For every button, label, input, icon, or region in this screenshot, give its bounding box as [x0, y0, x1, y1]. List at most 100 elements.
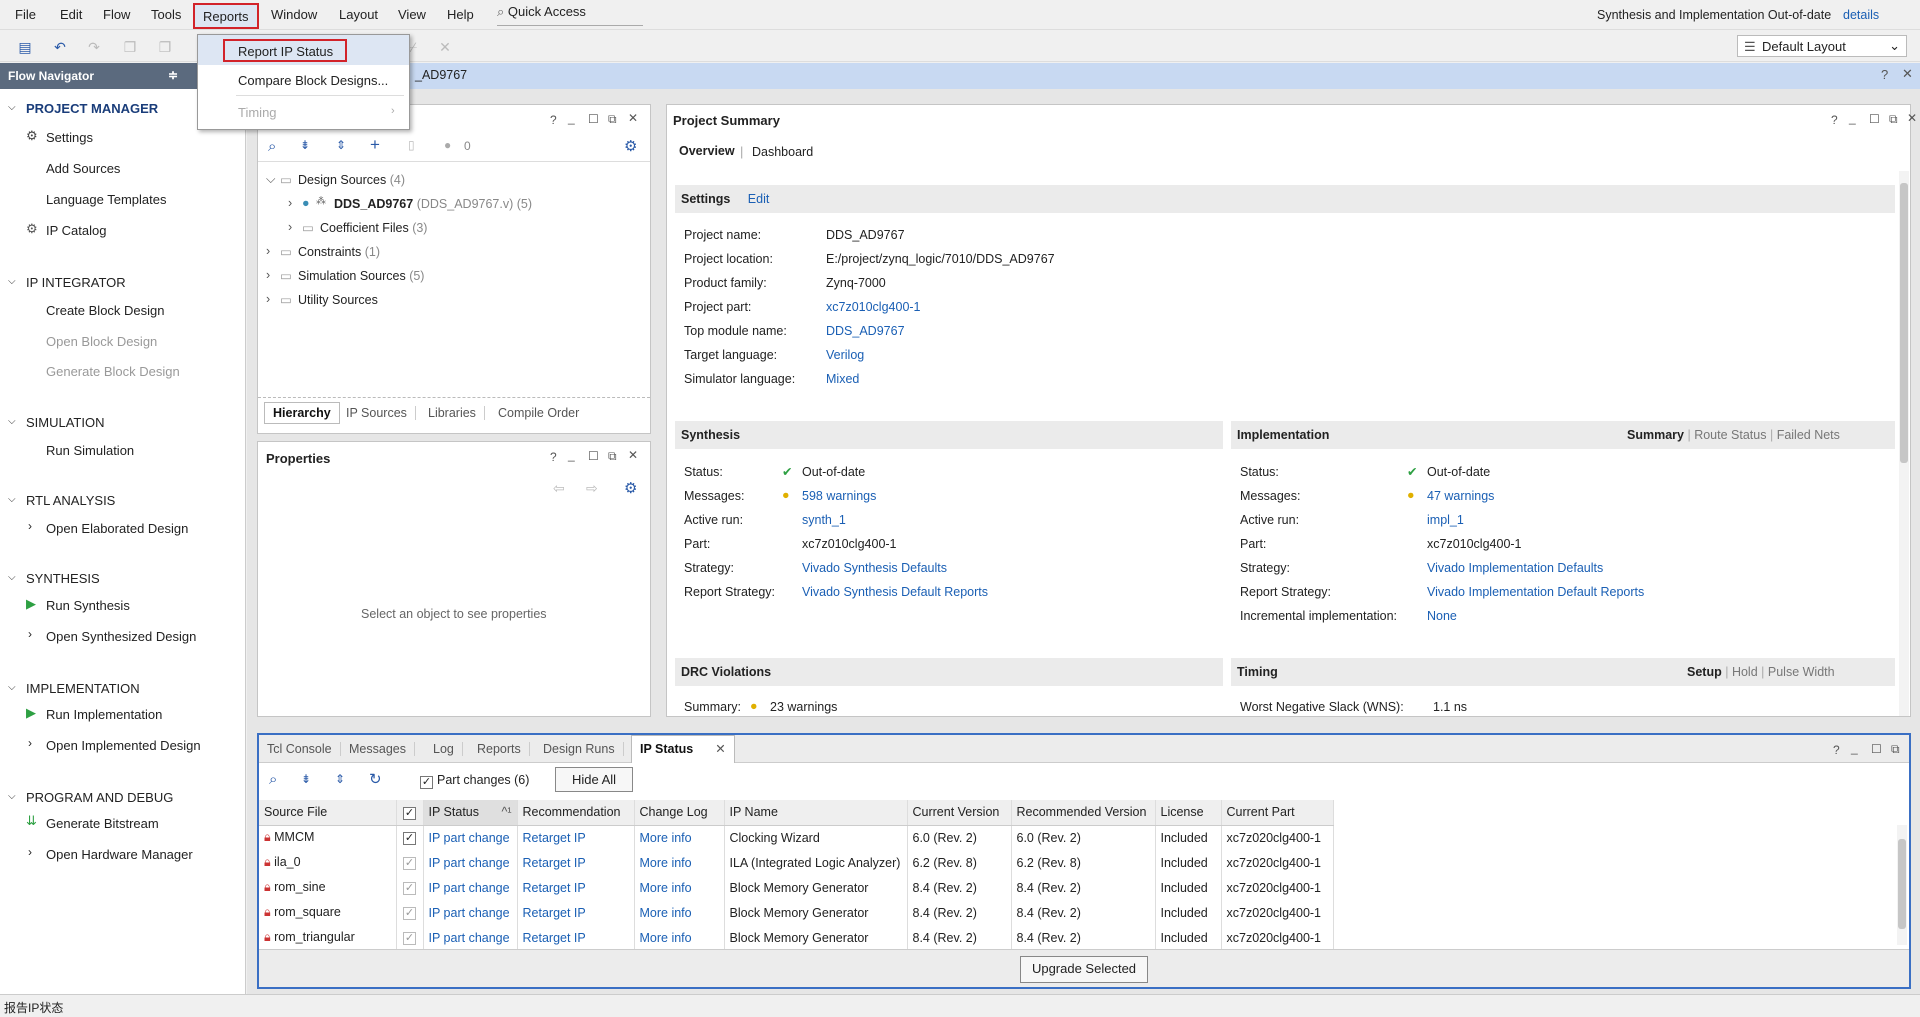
- menu-reports[interactable]: Reports: [193, 3, 259, 29]
- chevron-right-icon[interactable]: ›: [28, 736, 32, 750]
- recommendation-link[interactable]: Retarget IP: [517, 925, 635, 950]
- add-icon[interactable]: +: [370, 135, 380, 155]
- menu-flow[interactable]: Flow: [103, 7, 130, 22]
- tree-dds-ad9767[interactable]: DDS_AD9767 (DDS_AD9767.v) (5): [334, 197, 532, 211]
- row-checkbox[interactable]: ✓: [403, 882, 416, 895]
- section-simulation[interactable]: SIMULATION: [26, 415, 105, 430]
- tree-design-sources[interactable]: Design Sources (4): [298, 173, 405, 187]
- chevron-right-icon[interactable]: ›: [266, 244, 270, 258]
- back-arrow-icon[interactable]: ⇦: [553, 480, 565, 497]
- details-link[interactable]: details: [1843, 8, 1879, 22]
- tab-messages[interactable]: Messages: [341, 742, 415, 756]
- ip-status-link[interactable]: IP part change: [423, 875, 518, 900]
- more-info-link[interactable]: More info: [634, 925, 725, 950]
- table-row[interactable]: 🔒︎ rom_sine ✓ IP part change Retarget IP…: [259, 875, 1334, 900]
- nav-open-hardware-manager[interactable]: Open Hardware Manager: [46, 847, 193, 862]
- table-scrollbar[interactable]: [1897, 825, 1907, 945]
- open-project-icon[interactable]: ▤: [16, 38, 34, 56]
- col-ip-name[interactable]: IP Name: [724, 800, 908, 826]
- synth-report-strategy-link[interactable]: Vivado Synthesis Default Reports: [802, 585, 988, 599]
- close-icon[interactable]: ✕: [715, 742, 725, 756]
- menu-item-report-ip-status[interactable]: Report IP Status: [238, 44, 333, 59]
- close-icon[interactable]: ✕: [1902, 66, 1913, 82]
- checkbox[interactable]: ✓: [420, 776, 433, 789]
- nav-add-sources[interactable]: Add Sources: [46, 161, 120, 176]
- menu-item-compare-block-designs[interactable]: Compare Block Designs...: [238, 73, 388, 88]
- gear-icon[interactable]: ⚙: [624, 479, 637, 497]
- ip-status-link[interactable]: IP part change: [423, 900, 518, 925]
- menu-layout[interactable]: Layout: [339, 7, 378, 22]
- section-project-manager[interactable]: PROJECT MANAGER: [26, 101, 158, 116]
- minimize-icon[interactable]: _: [1849, 111, 1856, 125]
- file-icon[interactable]: ▯: [408, 138, 415, 152]
- menu-edit[interactable]: Edit: [60, 7, 82, 22]
- col-current-version[interactable]: Current Version: [907, 800, 1012, 826]
- table-row[interactable]: 🔒︎ rom_square ✓ IP part change Retarget …: [259, 900, 1334, 925]
- table-row[interactable]: 🔒︎ MMCM ✓ IP part change Retarget IP Mor…: [259, 825, 1334, 850]
- maximize-icon[interactable]: ☐: [588, 112, 599, 126]
- tab-log[interactable]: Log: [425, 742, 463, 756]
- impl-summary-link[interactable]: Summary: [1627, 428, 1684, 442]
- synth-warnings-link[interactable]: 598 warnings: [802, 489, 876, 503]
- target-language-link[interactable]: Verilog: [826, 348, 864, 362]
- float-icon[interactable]: ⧉: [608, 449, 617, 464]
- nav-open-elaborated-design[interactable]: Open Elaborated Design: [46, 521, 188, 536]
- col-recommended-version[interactable]: Recommended Version: [1011, 800, 1156, 826]
- col-recommendation[interactable]: Recommendation: [517, 800, 635, 826]
- row-checkbox[interactable]: ✓: [403, 932, 416, 945]
- row-checkbox[interactable]: ✓: [403, 857, 416, 870]
- impl-report-strategy-link[interactable]: Vivado Implementation Default Reports: [1427, 585, 1644, 599]
- maximize-icon[interactable]: ☐: [1869, 112, 1880, 126]
- menu-file[interactable]: File: [15, 7, 36, 22]
- impl-strategy-link[interactable]: Vivado Implementation Defaults: [1427, 561, 1603, 575]
- scrollbar-thumb[interactable]: [1900, 183, 1908, 463]
- chevron-right-icon[interactable]: ›: [288, 196, 292, 210]
- tree-utility-sources[interactable]: Utility Sources: [298, 293, 378, 307]
- chevron-down-icon[interactable]: ⌵: [8, 416, 16, 427]
- collapse-all-icon[interactable]: ⇟: [300, 138, 310, 152]
- project-part-link[interactable]: xc7z010clg400-1: [826, 300, 921, 314]
- row-checkbox-cell[interactable]: ✓: [396, 925, 424, 950]
- top-module-link[interactable]: DDS_AD9767: [826, 324, 905, 338]
- tab-reports[interactable]: Reports: [469, 742, 530, 756]
- minimize-icon[interactable]: _: [568, 111, 575, 125]
- col-select-all[interactable]: ✓: [396, 800, 424, 826]
- hide-all-button[interactable]: Hide All: [555, 767, 633, 792]
- tab-tcl-console[interactable]: Tcl Console: [259, 742, 341, 756]
- timing-setup-link[interactable]: Setup: [1687, 665, 1722, 679]
- col-current-part[interactable]: Current Part: [1221, 800, 1334, 826]
- tab-compile-order[interactable]: Compile Order: [490, 406, 587, 420]
- chevron-down-icon[interactable]: ⌵: [8, 791, 16, 802]
- tab-hierarchy[interactable]: Hierarchy: [264, 402, 340, 424]
- table-row[interactable]: 🔒︎ ila_0 ✓ IP part change Retarget IP Mo…: [259, 850, 1334, 875]
- more-info-link[interactable]: More info: [634, 825, 725, 850]
- tab-libraries[interactable]: Libraries: [420, 406, 485, 420]
- help-icon[interactable]: ?: [550, 113, 557, 127]
- tab-overview[interactable]: Overview: [679, 144, 735, 158]
- help-icon[interactable]: ?: [550, 450, 557, 464]
- ip-status-link[interactable]: IP part change: [423, 850, 518, 875]
- layout-select[interactable]: ☰ Default Layout ⌄: [1737, 35, 1907, 57]
- nav-run-synthesis[interactable]: Run Synthesis: [46, 598, 130, 613]
- tree-constraints[interactable]: Constraints (1): [298, 245, 380, 259]
- recommendation-link[interactable]: Retarget IP: [517, 900, 635, 925]
- nav-open-implemented-design[interactable]: Open Implemented Design: [46, 738, 201, 753]
- close-icon[interactable]: ✕: [628, 111, 638, 125]
- nav-language-templates[interactable]: Language Templates: [46, 192, 166, 207]
- summary-scrollbar[interactable]: [1899, 171, 1909, 716]
- col-change-log[interactable]: Change Log: [634, 800, 725, 826]
- col-license[interactable]: License: [1155, 800, 1222, 826]
- expand-all-icon[interactable]: ⇕: [336, 138, 346, 152]
- search-icon[interactable]: ⌕: [268, 138, 276, 155]
- quick-access-input[interactable]: ⌕ Quick Access: [497, 4, 643, 26]
- stop-icon[interactable]: ✕: [436, 38, 454, 56]
- col-source-file[interactable]: Source File: [259, 800, 397, 826]
- collapse-icon[interactable]: ≑: [168, 68, 178, 82]
- help-icon[interactable]: ?: [1831, 113, 1838, 127]
- more-info-link[interactable]: More info: [634, 850, 725, 875]
- copy-icon[interactable]: ❐: [121, 38, 139, 56]
- maximize-icon[interactable]: ☐: [1871, 742, 1882, 756]
- more-info-link[interactable]: More info: [634, 900, 725, 925]
- chevron-down-icon[interactable]: ⌵: [8, 682, 16, 693]
- timing-hold-link[interactable]: Hold: [1732, 665, 1758, 679]
